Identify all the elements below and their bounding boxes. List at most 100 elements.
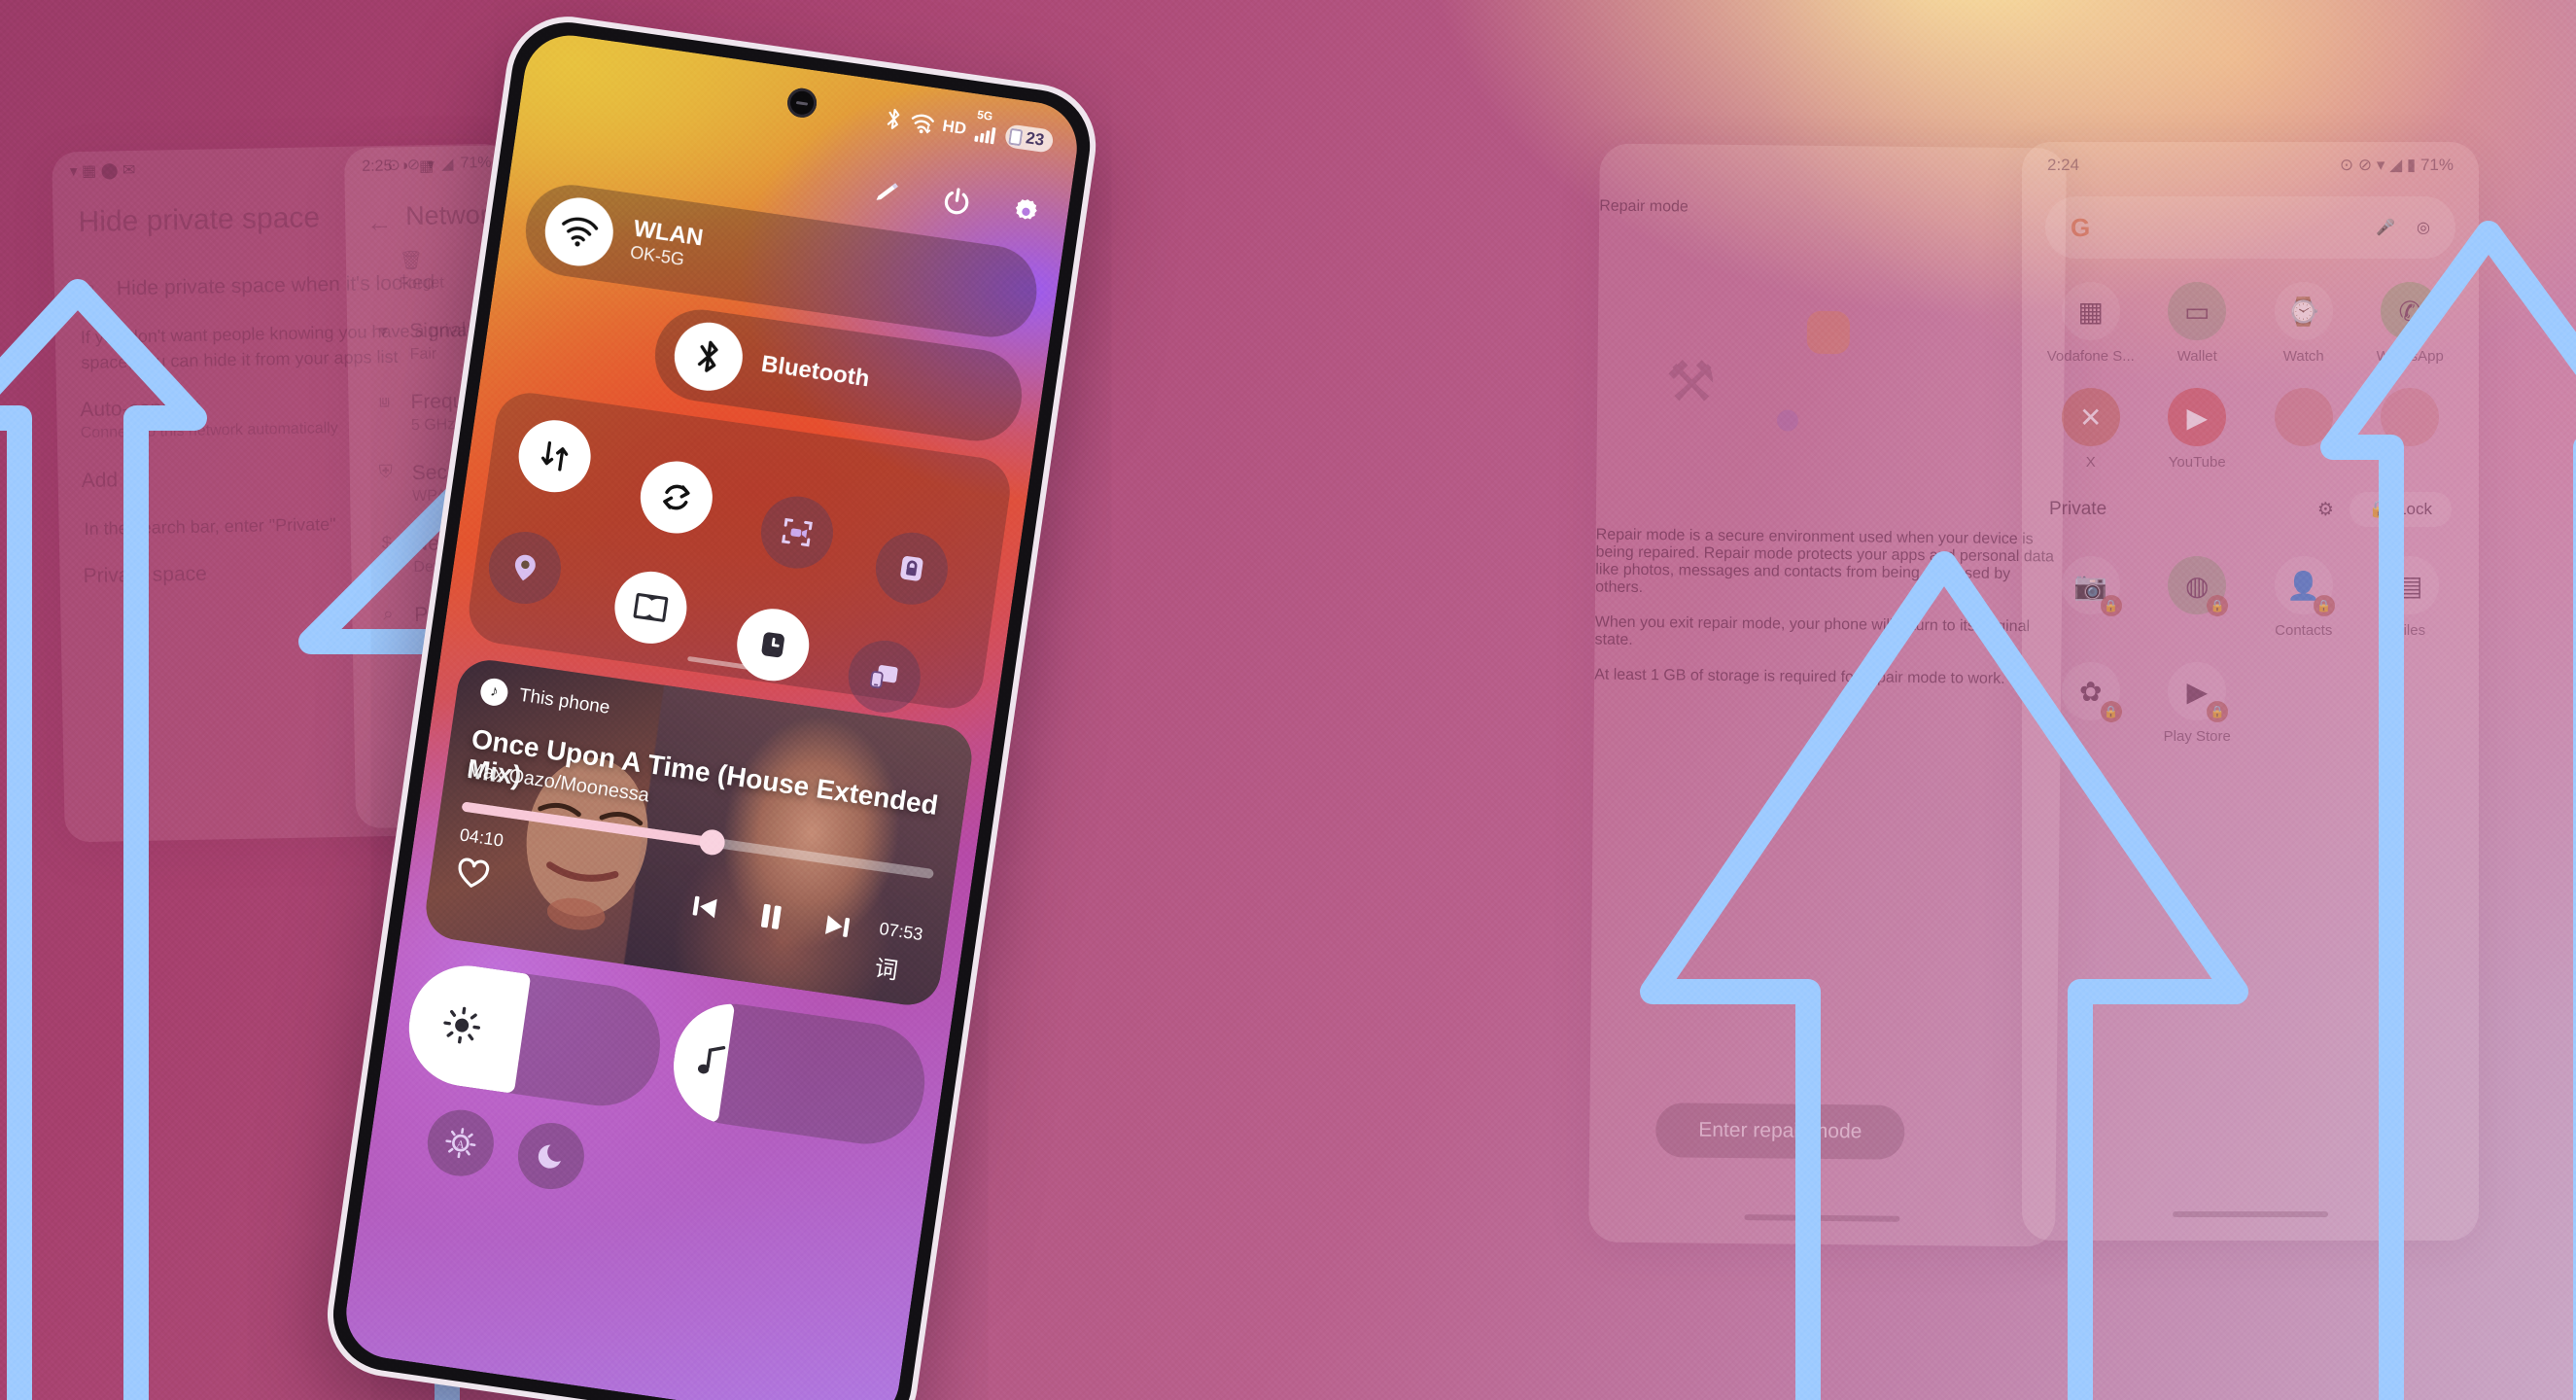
lyrics-icon[interactable]: 词 bbox=[873, 949, 901, 986]
gear-icon[interactable] bbox=[1007, 193, 1045, 231]
wifi-icon: ▾ bbox=[378, 321, 389, 342]
battery-indicator: 23 bbox=[1003, 123, 1055, 154]
list-item-label: Auto-connect bbox=[80, 396, 201, 422]
lens-icon[interactable]: ◎ bbox=[2417, 218, 2430, 237]
music-note-icon bbox=[693, 1039, 731, 1082]
forget-button[interactable]: 🗑 Forget bbox=[399, 248, 444, 293]
forget-label: Forget bbox=[399, 274, 444, 293]
app-item[interactable]: ✿ 🔒 bbox=[2039, 662, 2142, 745]
volume-slider[interactable] bbox=[666, 996, 933, 1152]
app-item[interactable]: ⌚ Watch bbox=[2252, 282, 2355, 365]
status-left: 2:25 ◗ ▦ bbox=[362, 157, 434, 177]
private-badge-icon: 🔒 bbox=[2207, 595, 2229, 616]
photos-icon: ✿ 🔒 bbox=[2061, 662, 2122, 722]
heart-icon[interactable] bbox=[454, 856, 491, 892]
microphone-icon[interactable]: 🎤 bbox=[2376, 218, 2395, 237]
brightness-slider[interactable] bbox=[400, 958, 668, 1114]
front-camera bbox=[785, 86, 819, 120]
pencil-icon[interactable] bbox=[869, 173, 907, 211]
lock-icon: 🔒 bbox=[2368, 500, 2390, 518]
location-pin-icon bbox=[514, 554, 536, 581]
mobile-data-toggle[interactable] bbox=[513, 415, 596, 498]
app-grid-row-2: ✕ X ▶ YouTube bbox=[2022, 365, 2479, 471]
app-item[interactable]: 👤 🔒 Contacts bbox=[2252, 556, 2355, 639]
private-badge-icon: 🔒 bbox=[2100, 595, 2122, 616]
trash-icon: 🗑 bbox=[399, 250, 424, 272]
brightness-icon bbox=[440, 1003, 484, 1047]
clock-toggle[interactable] bbox=[732, 604, 815, 686]
background-screenshot-repair-mode: Repair mode ⚒ Repair mode is a secure en… bbox=[1588, 143, 2067, 1247]
app-label: X bbox=[2085, 454, 2096, 471]
message-icon: ◗ bbox=[400, 158, 411, 175]
watch-icon: ⌚ bbox=[2274, 282, 2333, 340]
app-item[interactable] bbox=[2252, 388, 2355, 471]
lock-label: Lock bbox=[2397, 500, 2432, 518]
app-label: Files bbox=[2394, 622, 2426, 639]
private-badge-icon: 🔒 bbox=[2313, 595, 2335, 616]
app-item[interactable]: ▤ Files bbox=[2359, 556, 2462, 639]
cast-toggle[interactable] bbox=[843, 636, 925, 718]
app-label: Watch bbox=[2282, 348, 2324, 365]
chrome-icon: ◍ 🔒 bbox=[2168, 556, 2229, 616]
moon-icon bbox=[538, 1144, 561, 1169]
private-app-grid-row-1: 📷 🔒 ◍ 🔒 👤 🔒 Contacts ▤ Files bbox=[2022, 533, 2479, 639]
app-item[interactable]: ◍ 🔒 bbox=[2146, 556, 2249, 639]
gear-icon[interactable]: ⚙ bbox=[2317, 499, 2334, 521]
private-badge-icon: 🔒 bbox=[2100, 701, 2122, 722]
app-label: YouTube bbox=[2168, 454, 2226, 471]
app-item[interactable]: ✆ WhatsApp bbox=[2359, 282, 2462, 365]
dark-mode-button[interactable] bbox=[513, 1118, 589, 1194]
list-item-label: Private space bbox=[83, 562, 208, 588]
screenshot-canvas: ▾ ▦ ⬤ ✉ ⊙ ⊘ ▾ ◢ 71% Hide private space ⌕… bbox=[0, 0, 2576, 1400]
app-item[interactable]: ▶ YouTube bbox=[2146, 388, 2249, 471]
app-label: Vodafone S... bbox=[2046, 348, 2135, 365]
app-icon: ▦ bbox=[418, 158, 435, 175]
battery-label: 71% bbox=[2419, 156, 2454, 174]
toggle-panel bbox=[464, 388, 1015, 718]
shield-icon: ⛨ bbox=[378, 462, 394, 483]
auto-rotate-toggle[interactable] bbox=[635, 456, 717, 539]
private-badge-icon: 🔒 bbox=[2207, 701, 2229, 722]
auto-brightness-icon: A bbox=[445, 1128, 476, 1159]
dolby-toggle[interactable] bbox=[609, 567, 692, 648]
google-search-bar[interactable]: G 🎤 ◎ bbox=[2045, 196, 2455, 259]
private-space-label: Private bbox=[2049, 499, 2107, 519]
screen-lock-toggle[interactable] bbox=[870, 527, 953, 610]
location-toggle[interactable] bbox=[484, 527, 566, 609]
lock-icon bbox=[900, 556, 923, 581]
enter-repair-mode-button[interactable]: Enter repair mode bbox=[1655, 1102, 1905, 1160]
youtube-icon: ▶ bbox=[2168, 388, 2227, 446]
description-text: Repair mode is a secure environment used… bbox=[1594, 526, 2054, 687]
app-label: Contacts bbox=[2275, 622, 2333, 639]
x-icon: ✕ bbox=[2061, 388, 2120, 446]
app-item[interactable]: ▦ Vodafone S... bbox=[2039, 282, 2142, 365]
app-item[interactable]: ▶ 🔒 Play Store bbox=[2146, 662, 2249, 745]
app-icon bbox=[2381, 388, 2440, 446]
files-icon: ▤ bbox=[2381, 556, 2440, 614]
app-item-empty bbox=[2359, 662, 2462, 745]
background-screenshot-home-screen: 2:24 ⊙ ⊘ ▾ ◢ ▮ 71% G 🎤 ◎ ▦ Vodafone S...… bbox=[2022, 142, 2479, 1241]
app-item[interactable] bbox=[2359, 388, 2462, 471]
quick-settings-header bbox=[869, 173, 1045, 230]
hd-icon: HD bbox=[941, 116, 968, 139]
app-item[interactable]: 📷 🔒 bbox=[2039, 556, 2142, 639]
bluetooth-title: Bluetooth bbox=[759, 350, 872, 393]
status-time: 2:25 bbox=[362, 158, 393, 175]
pause-icon[interactable] bbox=[751, 896, 791, 936]
skip-previous-icon[interactable] bbox=[686, 889, 724, 927]
power-icon[interactable] bbox=[938, 183, 976, 221]
app-item[interactable]: ✕ X bbox=[2039, 388, 2142, 471]
skip-next-icon[interactable] bbox=[819, 907, 857, 945]
search-icon: ⌕ bbox=[85, 277, 96, 298]
whatsapp-icon: ✆ bbox=[2381, 282, 2440, 340]
app-item[interactable]: ▭ Wallet bbox=[2146, 282, 2249, 365]
page-title: Repair mode bbox=[1599, 197, 1688, 216]
lock-button[interactable]: 🔒 Lock bbox=[2349, 492, 2452, 527]
wallet-icon: ▭ bbox=[2168, 282, 2227, 340]
home-indicator bbox=[2173, 1211, 2328, 1217]
data-transfer-icon bbox=[540, 440, 569, 472]
auto-brightness-button[interactable]: A bbox=[423, 1105, 499, 1181]
app-item-empty bbox=[2252, 662, 2355, 745]
home-indicator bbox=[1744, 1214, 1900, 1222]
screen-record-toggle[interactable] bbox=[756, 491, 838, 574]
